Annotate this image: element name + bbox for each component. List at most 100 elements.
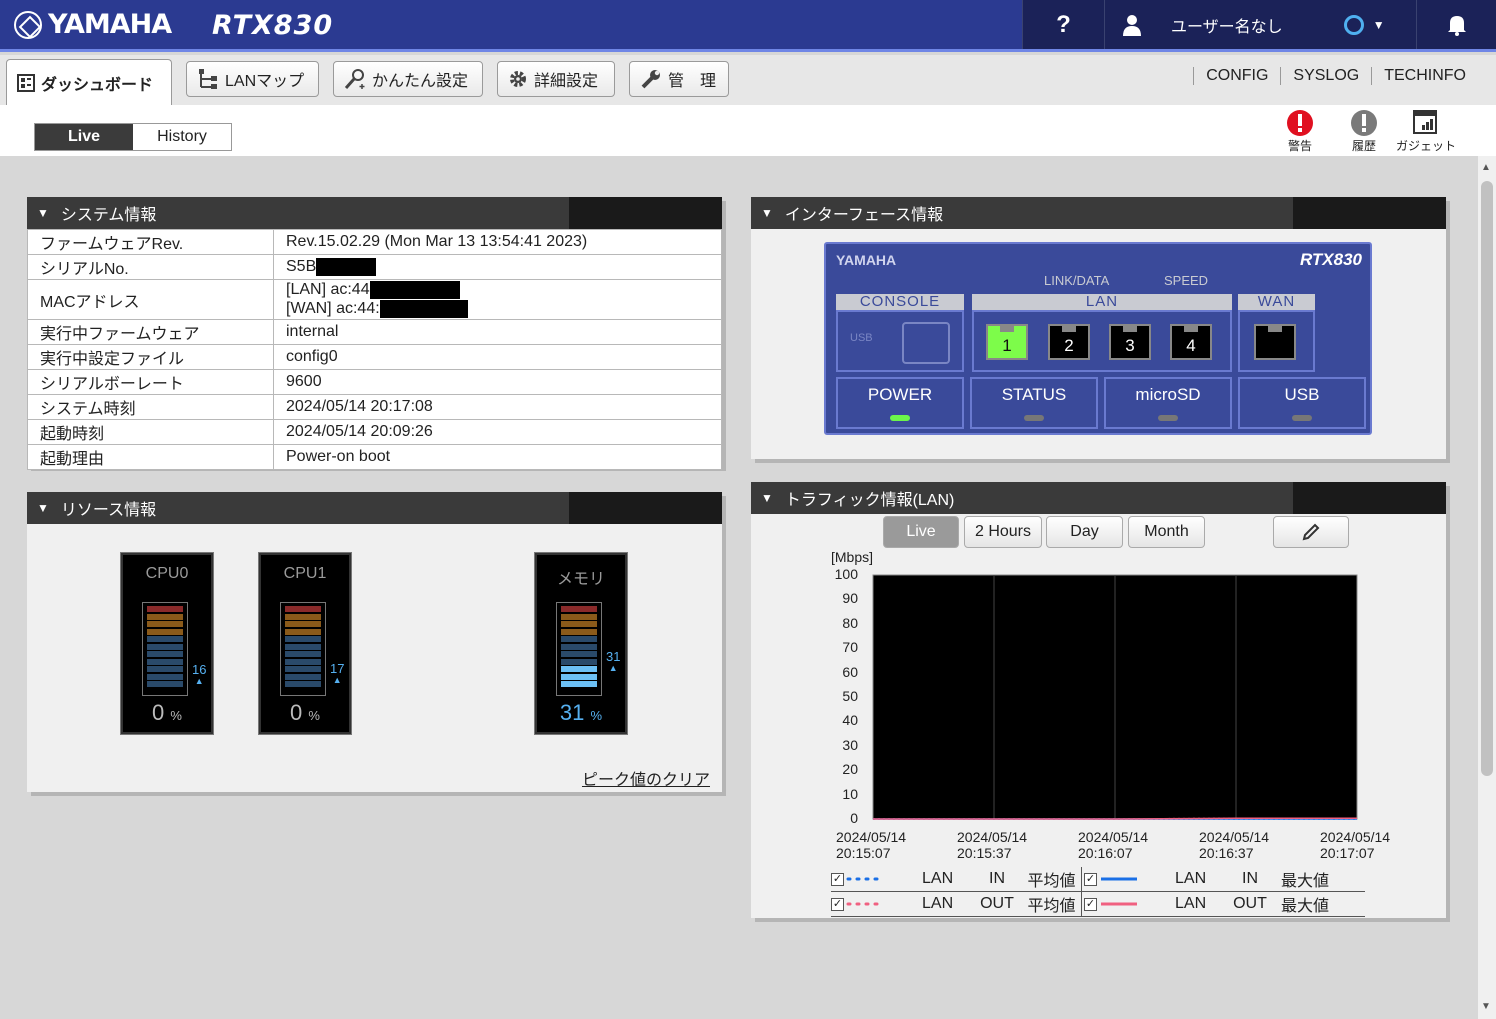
tab-dashboard[interactable]: ダッシュボード (6, 59, 172, 105)
legend-stat: 最大値 (1280, 898, 1329, 915)
history-alert-button[interactable]: 履歴 (1350, 109, 1378, 154)
lan-label: LAN (972, 294, 1232, 310)
meter-value: 0 % (259, 700, 351, 726)
x-tick-date: 2024/05/14 (1078, 829, 1149, 845)
system-info-row: シリアルボーレート 9600 (27, 369, 722, 395)
gadget-button[interactable]: ガジェット (1396, 109, 1456, 154)
edit-chart-button[interactable] (1273, 516, 1349, 548)
power-led: POWER (836, 377, 964, 429)
meter-peak-value: 16 (192, 661, 207, 677)
scroll-thumb[interactable] (1481, 181, 1493, 776)
redaction (316, 257, 377, 276)
user-menu[interactable]: ユーザー名なし ▼ (1104, 0, 1416, 49)
meter-value: 31 % (535, 700, 627, 726)
warning-alert-button[interactable]: 警告 (1286, 109, 1314, 154)
meter-segment (561, 628, 597, 635)
interface-header[interactable]: ▼ インターフェース情報 (751, 197, 1446, 229)
wrench-icon (641, 70, 660, 89)
x-tick-time: 20:15:37 (957, 845, 1012, 861)
config-link[interactable]: CONFIG (1193, 67, 1280, 85)
main-nav: ダッシュボード LANマップ かんたん設定 詳細設定 管 理 CONFIG SY… (0, 55, 1496, 105)
traffic-title: トラフィック情報(LAN) (784, 492, 955, 509)
system-info-key: シリアルNo. (27, 254, 274, 280)
scroll-up-arrow[interactable]: ▲ (1481, 162, 1491, 173)
collapse-triangle-icon: ▼ (761, 206, 773, 220)
traffic-day-button[interactable]: Day (1046, 516, 1123, 548)
system-info-row: 実行中設定ファイル config0 (27, 344, 722, 370)
legend-name: LAN (1175, 870, 1207, 887)
history-view-button[interactable]: History (133, 124, 231, 150)
x-tick-date: 2024/05/14 (1199, 829, 1270, 845)
legend-checkbox[interactable]: ✓ (831, 872, 844, 886)
live-view-button[interactable]: Live (35, 124, 133, 150)
lan-port-1[interactable]: 1 (986, 324, 1028, 360)
tab-easy-setup-label: かんたん設定 (372, 73, 469, 90)
scroll-down-arrow[interactable]: ▼ (1481, 1001, 1491, 1012)
meter-segment (561, 658, 597, 665)
resource-header[interactable]: ▼ リソース情報 (27, 492, 722, 524)
traffic-live-button[interactable]: Live (883, 516, 959, 548)
collapse-triangle-icon: ▼ (37, 206, 49, 220)
peak-marker-icon: ▲ (608, 662, 618, 673)
techinfo-link[interactable]: TECHINFO (1371, 67, 1478, 85)
system-info-row: シリアルNo. S5B (27, 254, 722, 280)
legend-solid-swatch (1101, 877, 1137, 881)
scrollbar[interactable]: ▲ ▼ (1478, 156, 1496, 1019)
wan-port[interactable] (1254, 324, 1296, 360)
legend-checkbox[interactable]: ✓ (1084, 897, 1097, 911)
system-info-key: MACアドレス (27, 279, 274, 320)
meter-segment (561, 651, 597, 657)
syslog-link[interactable]: SYSLOG (1280, 67, 1371, 85)
notification-bell-button[interactable] (1416, 0, 1496, 49)
meter-segment (285, 628, 321, 635)
legend-name: LAN (922, 895, 954, 912)
meter-segment (147, 643, 183, 650)
meter-bar-stack (556, 602, 602, 696)
legend-solid-swatch (1101, 902, 1137, 906)
system-info-header[interactable]: ▼ システム情報 (27, 197, 722, 229)
resource-title: リソース情報 (60, 502, 157, 519)
traffic-month-button[interactable]: Month (1128, 516, 1205, 548)
traffic-2hours-button[interactable]: 2 Hours (964, 516, 1042, 548)
legend-stat: 最大値 (1280, 873, 1329, 890)
system-info-value-text: Rev.15.02.29 (Mon Mar 13 13:54:41 2023) (286, 233, 588, 250)
meter-segment (147, 636, 183, 642)
traffic-legend: ✓ LAN IN 平均値 ✓ LAN IN 最大値 ✓ LAN OUT 平均値 ✓ LAN OUT 最大値 (831, 867, 1365, 917)
meter-segment (147, 651, 183, 657)
warning-icon (1287, 110, 1313, 136)
legend-checkbox[interactable]: ✓ (1084, 872, 1097, 886)
system-info-row: システム時刻 2024/05/14 20:17:08 (27, 394, 722, 420)
yamaha-emblem-icon (14, 10, 42, 39)
x-tick-time: 20:17:07 (1320, 845, 1375, 861)
clear-peak-link[interactable]: ピーク値のクリア (582, 766, 710, 790)
tab-lanmap[interactable]: LANマップ (186, 61, 319, 97)
tab-management[interactable]: 管 理 (629, 61, 729, 97)
meter-segment (285, 651, 321, 657)
microsd-led: microSD (1104, 377, 1232, 429)
meter-segment (147, 621, 183, 627)
meter-segment (561, 613, 597, 620)
tab-advanced-settings[interactable]: 詳細設定 (497, 61, 615, 97)
view-bar: Live History 警告 履歴 ガジェット (0, 105, 1496, 156)
system-info-value-text: S5B (286, 258, 317, 276)
lan-port-2[interactable]: 2 (1048, 324, 1090, 360)
lan-port-4[interactable]: 4 (1170, 324, 1212, 360)
legend-checkbox[interactable]: ✓ (831, 897, 844, 911)
console-label: CONSOLE (836, 294, 964, 310)
console-usb-label: USB (850, 332, 873, 344)
help-button[interactable]: ? (1022, 0, 1104, 49)
legend-stat: 平均値 (1022, 867, 1082, 891)
tab-easy-setup[interactable]: かんたん設定 (333, 61, 483, 97)
y-tick-label: 70 (842, 639, 858, 656)
meter-cpu0: CPU0 16 ▲ 0 % (120, 552, 214, 735)
traffic-header[interactable]: ▼ トラフィック情報(LAN) (751, 482, 1446, 514)
meter-peak: 31 ▲ (606, 649, 620, 673)
legend-name: LAN (1175, 895, 1207, 912)
meter-unit: % (170, 708, 182, 723)
console-box: USB (836, 310, 964, 372)
system-info-title: システム情報 (60, 207, 157, 224)
legend-dir: IN (1242, 870, 1258, 887)
lan-port-3[interactable]: 3 (1109, 324, 1151, 360)
mac-wan: [WAN] ac:44: (286, 299, 380, 317)
legend-name: LAN (922, 870, 954, 887)
